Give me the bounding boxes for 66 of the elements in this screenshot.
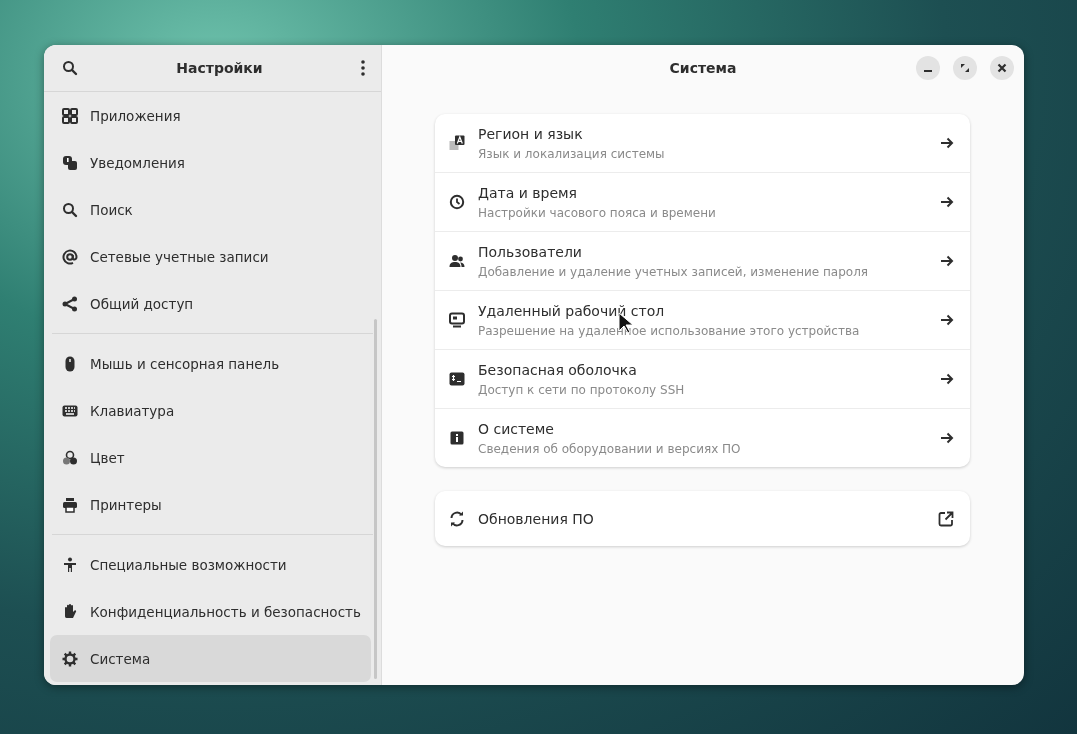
row-subtitle: Язык и локализация системы — [478, 146, 666, 161]
updates-row[interactable]: Обновления ПО — [435, 491, 970, 546]
clock-icon — [449, 194, 465, 210]
sidebar-item[interactable]: Система — [50, 635, 371, 682]
arrow-right-icon — [940, 254, 954, 268]
maximize-icon — [960, 63, 970, 73]
external-link-icon — [938, 510, 954, 527]
settings-row[interactable]: О системе Сведения об оборудовании и версиях ПО — [435, 408, 970, 467]
sidebar-title: Настройки — [176, 60, 263, 76]
maximize-button[interactable] — [953, 56, 977, 80]
row-title: Пользователи — [478, 243, 583, 260]
scrollbar[interactable] — [374, 319, 377, 679]
row-title: Удаленный рабочий стол — [478, 302, 666, 319]
close-button[interactable] — [990, 56, 1014, 80]
minimize-icon — [924, 70, 932, 72]
row-title: Безопасная оболочка — [478, 361, 638, 378]
sidebar-item[interactable]: Клавиатура — [50, 387, 371, 434]
sidebar-item[interactable]: Общий доступ — [50, 280, 371, 327]
at-sign-icon — [62, 248, 78, 265]
arrow-right-icon — [940, 431, 954, 445]
settings-row[interactable]: Безопасная оболочка Доступ к сети по протоколу SSH — [435, 349, 970, 408]
sidebar-item[interactable]: Конфиденциальность и безопасность — [50, 588, 371, 635]
users-icon — [449, 253, 465, 269]
row-title: О системе — [478, 420, 555, 437]
arrow-right-icon — [940, 313, 954, 327]
arrow-right-icon — [940, 195, 954, 209]
minimize-button[interactable] — [916, 56, 940, 80]
arrow-right-icon — [940, 136, 954, 150]
settings-row[interactable]: Пользователи Добавление и удаление учетных записей, изменение пароля — [435, 231, 970, 290]
search-icon — [62, 60, 78, 76]
row-subtitle: Добавление и удаление учетных записей, изменение пароля — [478, 264, 870, 279]
row-subtitle: Настройки часового пояса и времени — [478, 205, 717, 220]
row-title: Регион и язык — [478, 125, 584, 142]
sidebar-item[interactable]: Принтеры — [50, 481, 371, 528]
refresh-icon — [449, 510, 465, 527]
menu-icon — [361, 60, 365, 76]
row-title: Обновления ПО — [478, 510, 595, 527]
row-title: Дата и время — [478, 184, 578, 201]
sidebar-item[interactable]: Сетевые учетные записи — [50, 233, 371, 280]
settings-row[interactable]: Регион и язык Язык и локализация системы — [435, 114, 970, 172]
settings-row[interactable]: Дата и время Настройки часового пояса и времени — [435, 172, 970, 231]
sidebar-item[interactable]: Уведомления — [50, 139, 371, 186]
apps-grid-icon — [62, 107, 78, 124]
sidebar-item[interactable]: Цвет — [50, 434, 371, 481]
search-icon — [62, 201, 78, 218]
terminal-icon — [449, 371, 465, 387]
info-icon — [449, 430, 465, 446]
accessibility-person-icon — [62, 556, 78, 573]
color-circles-icon — [62, 449, 78, 466]
row-subtitle: Разрешение на удаленное использование этого устройства — [478, 323, 861, 338]
close-icon — [997, 63, 1007, 73]
page-title: Система — [669, 60, 737, 76]
sidebar-item[interactable]: Специальные возможности — [50, 541, 371, 588]
notification-icon — [62, 154, 78, 171]
row-subtitle: Сведения об оборудовании и версиях ПО — [478, 441, 742, 456]
hand-icon — [62, 603, 78, 620]
printer-icon — [62, 496, 78, 513]
sidebar-item[interactable]: Мышь и сенсорная панель — [50, 340, 371, 387]
sidebar-item[interactable]: Приложения — [50, 92, 371, 139]
share-icon — [62, 295, 78, 312]
arrow-right-icon — [940, 372, 954, 386]
language-icon — [449, 135, 465, 151]
sidebar-item[interactable]: Поиск — [50, 186, 371, 233]
row-subtitle: Доступ к сети по протоколу SSH — [478, 382, 686, 397]
settings-icon — [62, 650, 78, 667]
remote-desktop-icon — [449, 312, 465, 328]
